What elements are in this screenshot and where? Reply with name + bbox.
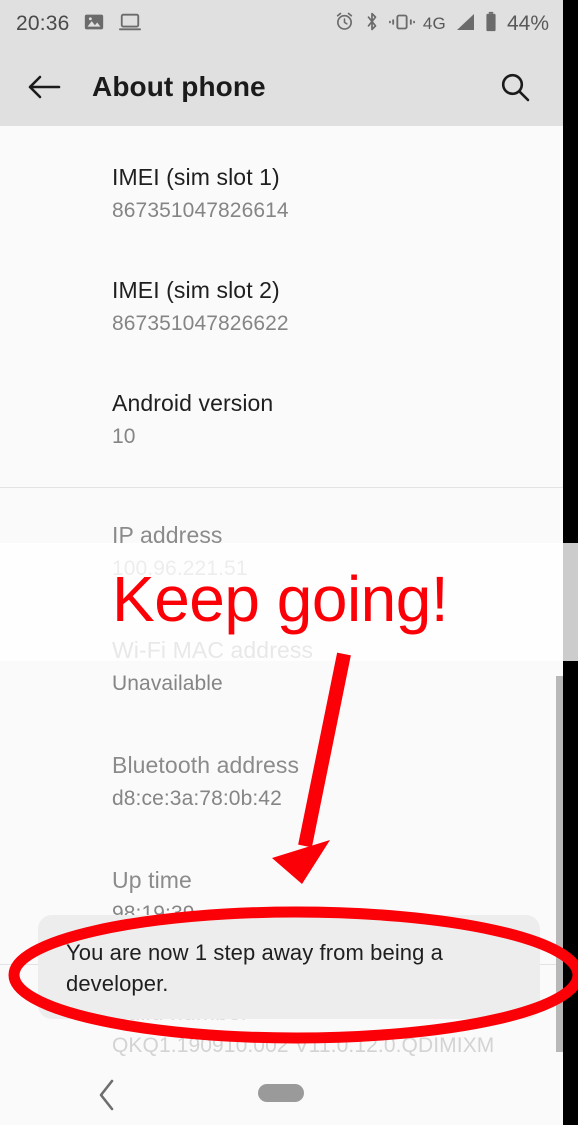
nav-home-pill[interactable] <box>258 1084 304 1102</box>
toast-message: You are now 1 step away from being a dev… <box>66 940 444 996</box>
list-item-ip-address[interactable]: IP address 100.96.221.51 <box>0 488 563 583</box>
status-bar: 20:36 4G 44% <box>0 0 563 48</box>
developer-toast: You are now 1 step away from being a dev… <box>38 915 540 1019</box>
alarm-icon <box>334 11 355 37</box>
nav-back-button[interactable] <box>84 1074 130 1116</box>
battery-percent-label: 44% <box>506 12 549 35</box>
status-bar-left: 20:36 <box>16 11 142 38</box>
screenshot-icon <box>83 11 105 38</box>
vibrate-icon <box>388 12 415 37</box>
cast-laptop-icon <box>118 11 142 38</box>
status-bar-right: 4G 44% <box>334 11 549 38</box>
list-item-title: Up time <box>112 867 192 893</box>
status-clock: 20:36 <box>16 12 70 35</box>
search-icon <box>501 73 530 102</box>
list-item-title: Bluetooth address <box>112 752 300 778</box>
list-item-title: IMEI (sim slot 1) <box>112 164 280 190</box>
network-type-label: 4G <box>422 14 446 33</box>
list-item-bluetooth-address[interactable]: Bluetooth address d8:ce:3a:78:0b:42 <box>0 698 563 813</box>
list-item-value: QKQ1.190910.002 V11.0.12.0.QDIMIXM <box>112 1034 495 1057</box>
phone-screen: 20:36 4G 44% About phone IMEI (sim slot … <box>0 0 578 1125</box>
screen-right-black-band <box>563 0 578 1125</box>
battery-icon <box>484 11 498 38</box>
app-bar: About phone <box>0 48 563 126</box>
list-item-value: Unavailable <box>112 672 223 695</box>
list-item-android-version[interactable]: Android version 10 <box>0 338 563 487</box>
list-item-imei-2[interactable]: IMEI (sim slot 2) 867351047826622 <box>0 225 563 338</box>
list-item-title: IMEI (sim slot 2) <box>112 277 280 303</box>
back-button[interactable] <box>12 55 76 119</box>
list-item-title: Wi-Fi MAC address <box>112 637 314 663</box>
system-navigation-bar <box>0 1064 563 1125</box>
page-title: About phone <box>92 71 266 102</box>
signal-icon <box>454 12 476 37</box>
list-item-value: d8:ce:3a:78:0b:42 <box>112 787 282 810</box>
list-item-wifi-mac[interactable]: Wi-Fi MAC address Unavailable <box>0 583 563 698</box>
list-item-title: IP address <box>112 522 223 548</box>
list-item-imei-1[interactable]: IMEI (sim slot 1) 867351047826614 <box>0 126 563 225</box>
list-item-value: 10 <box>112 425 136 448</box>
bluetooth-icon <box>363 11 381 37</box>
chevron-left-icon <box>99 1079 114 1111</box>
list-item-value: 100.96.221.51 <box>112 557 248 580</box>
list-item-value: 867351047826622 <box>112 312 289 335</box>
back-arrow-icon <box>28 75 61 99</box>
list-item-value: 867351047826614 <box>112 199 289 222</box>
list-item-title: Android version <box>112 390 274 416</box>
vertical-scrollbar[interactable] <box>556 676 563 1052</box>
search-button[interactable] <box>483 55 547 119</box>
